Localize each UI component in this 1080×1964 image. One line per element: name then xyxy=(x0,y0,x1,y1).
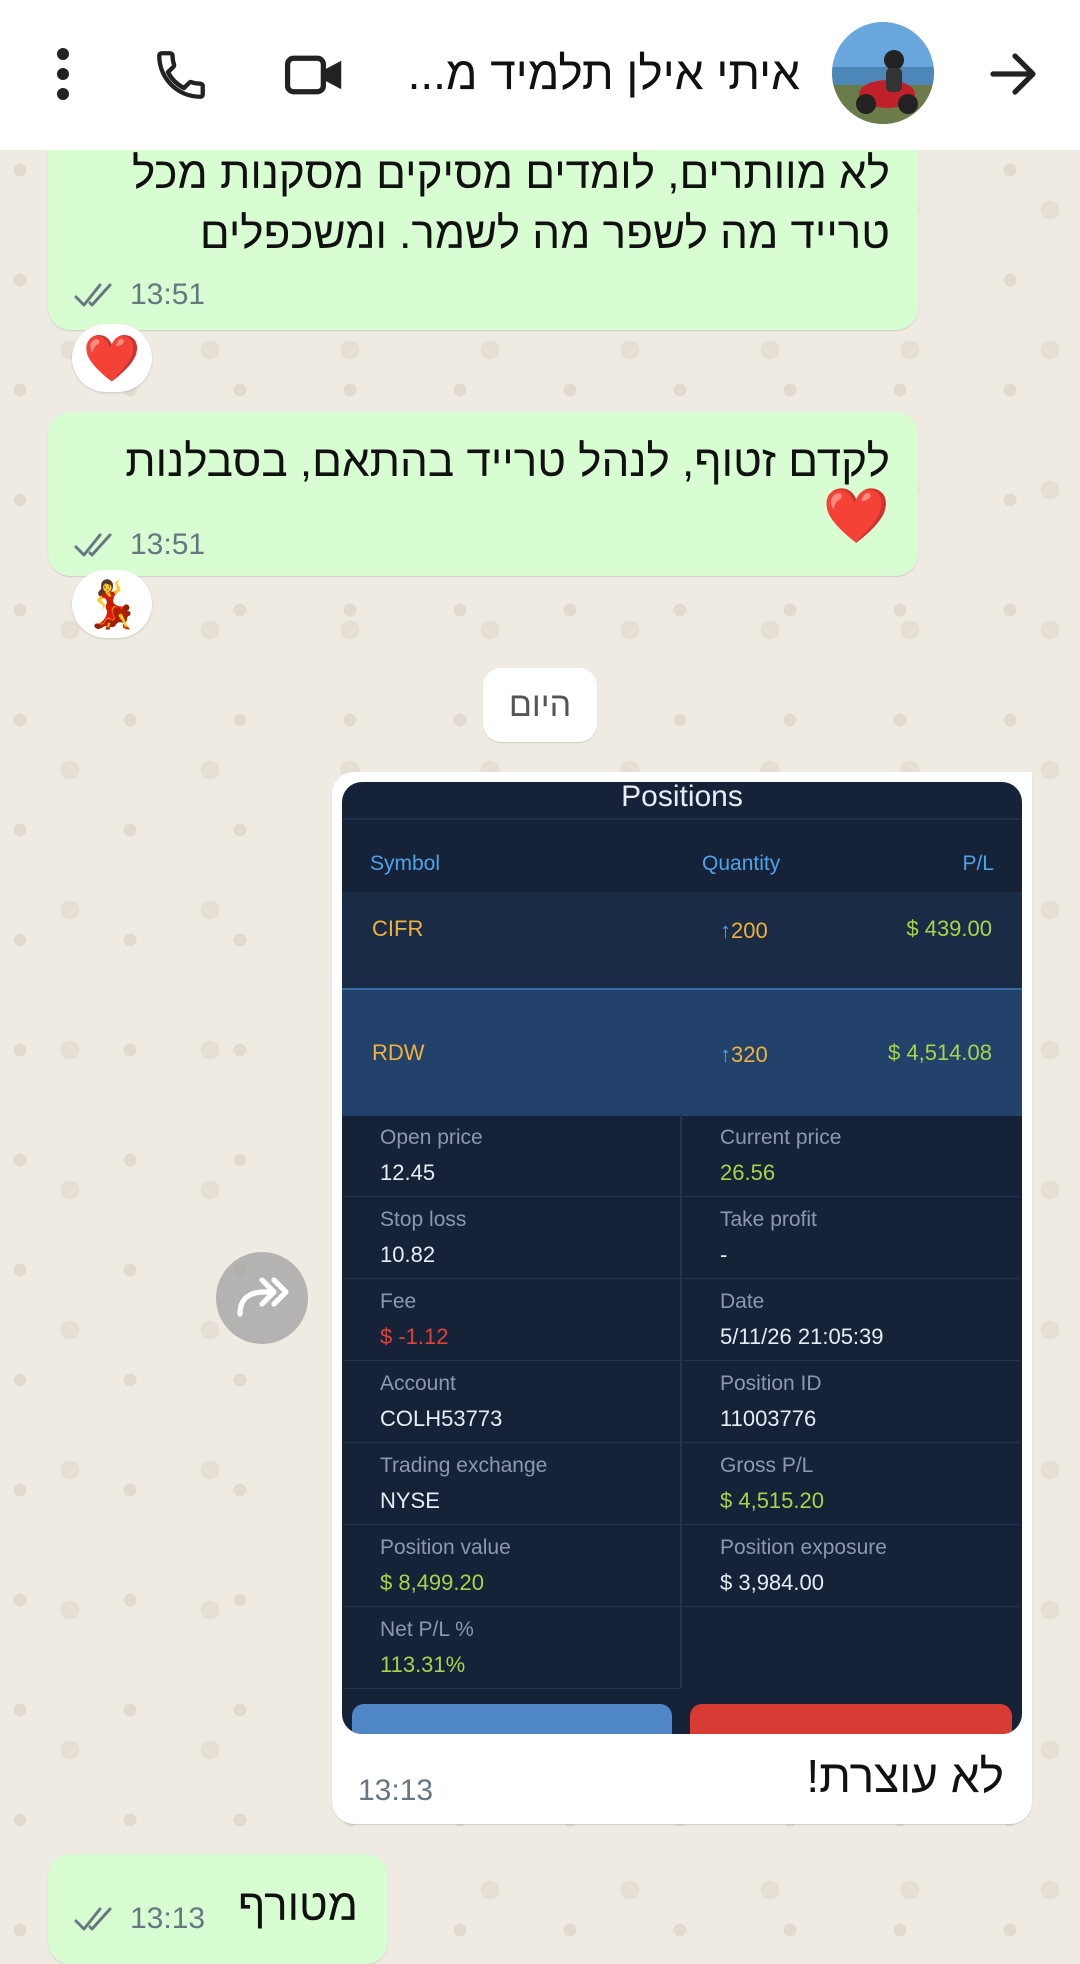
position-row-selected: RDW ↑320 $ 4,514.08 xyxy=(342,988,1022,1116)
read-receipt-icon xyxy=(74,1907,112,1931)
menu-button[interactable] xyxy=(38,44,88,104)
screenshot-title: Positions xyxy=(621,782,743,813)
outgoing-message-bubble[interactable]: מטורף 13:13 xyxy=(48,1854,388,1964)
detail-fee: Fee $ -1.12 xyxy=(342,1278,680,1361)
detail-net-pl-percent: Net P/L % 113.31% xyxy=(342,1606,680,1689)
detail-current-price: Current price 26.56 xyxy=(682,1114,1020,1197)
detail-gross-pl: Gross P/L $ 4,515.20 xyxy=(682,1442,1020,1525)
forward-icon xyxy=(237,1277,289,1317)
detail-open-price: Open price 12.45 xyxy=(342,1114,680,1197)
positions-screenshot[interactable]: Positions Symbol Quantity P/L CIFR ↑200 … xyxy=(342,782,1022,1734)
forward-button[interactable] xyxy=(216,1252,308,1344)
message-text-line: לא מוותרים, לומדים מסיקים מסקנות מכל xyxy=(131,149,890,198)
message-time: 13:51 xyxy=(130,528,206,561)
column-header-quantity: Quantity xyxy=(702,852,781,875)
detail-stop-loss: Stop loss 10.82 xyxy=(342,1196,680,1279)
message-text-line: טרייד מה לשפר מה לשמר. ומשכפלים xyxy=(199,209,890,258)
contact-avatar[interactable] xyxy=(832,22,934,124)
message-time: 13:51 xyxy=(130,278,206,311)
message-meta: 13:51 xyxy=(74,278,205,312)
detail-position-value: Position value $ 8,499.20 xyxy=(342,1524,680,1607)
outgoing-message-bubble[interactable]: לקדם זטוף, לנהל טרייד בהתאם, בסבלנות ❤️ … xyxy=(48,412,918,576)
voice-call-button[interactable] xyxy=(148,42,214,108)
message-text-line: לקדם זטוף, לנהל טרייד בהתאם, בסבלנות xyxy=(125,437,890,486)
message-reaction[interactable]: ❤️ xyxy=(72,324,152,392)
message-meta: 13:51 xyxy=(74,528,205,562)
phone-icon xyxy=(157,51,205,99)
incoming-caption: לא עוצרת! xyxy=(806,1750,1004,1802)
detail-trading-exchange: Trading exchange NYSE xyxy=(342,1442,680,1525)
detail-position-id: Position ID 11003776 xyxy=(682,1360,1020,1443)
outgoing-message-bubble[interactable]: לא מוותרים, לומדים מסיקים מסקנות מכל טרי… xyxy=(48,120,918,330)
message-time: 13:13 xyxy=(358,1774,434,1807)
detail-date: Date 5/11/26 21:05:39 xyxy=(682,1278,1020,1361)
message-meta: 13:13 xyxy=(74,1902,205,1936)
close-button-partial xyxy=(690,1704,1012,1734)
read-receipt-icon xyxy=(74,283,112,307)
arrow-right-icon xyxy=(990,53,1036,95)
read-receipt-icon xyxy=(74,533,112,557)
more-vertical-icon xyxy=(57,48,69,100)
date-separator: היום xyxy=(483,668,597,742)
position-symbol: RDW xyxy=(372,1040,425,1065)
chat-header: איתי אילן תלמיד מ... xyxy=(0,0,1080,150)
position-symbol: CIFR xyxy=(372,916,424,941)
detail-position-exposure: Position exposure $ 3,984.00 xyxy=(682,1524,1020,1607)
avatar-photo xyxy=(832,22,934,124)
position-quantity: ↑200 xyxy=(720,918,768,943)
modify-button-partial xyxy=(352,1704,672,1734)
detail-take-profit: Take profit - xyxy=(682,1196,1020,1279)
detail-account: Account COLH53773 xyxy=(342,1360,680,1443)
back-button[interactable] xyxy=(980,44,1050,104)
position-pl: $ 4,514.08 xyxy=(888,1040,992,1065)
message-time: 13:13 xyxy=(130,1902,206,1935)
contact-name[interactable]: איתי אילן תלמיד מ... xyxy=(330,38,800,108)
message-reaction[interactable]: 💃 xyxy=(72,570,152,638)
position-row: CIFR ↑200 $ 439.00 xyxy=(342,892,1022,988)
column-header-pl: P/L xyxy=(962,852,994,875)
position-pl: $ 439.00 xyxy=(906,916,992,941)
position-quantity: ↑320 xyxy=(720,1042,768,1067)
column-header-symbol: Symbol xyxy=(370,852,441,875)
